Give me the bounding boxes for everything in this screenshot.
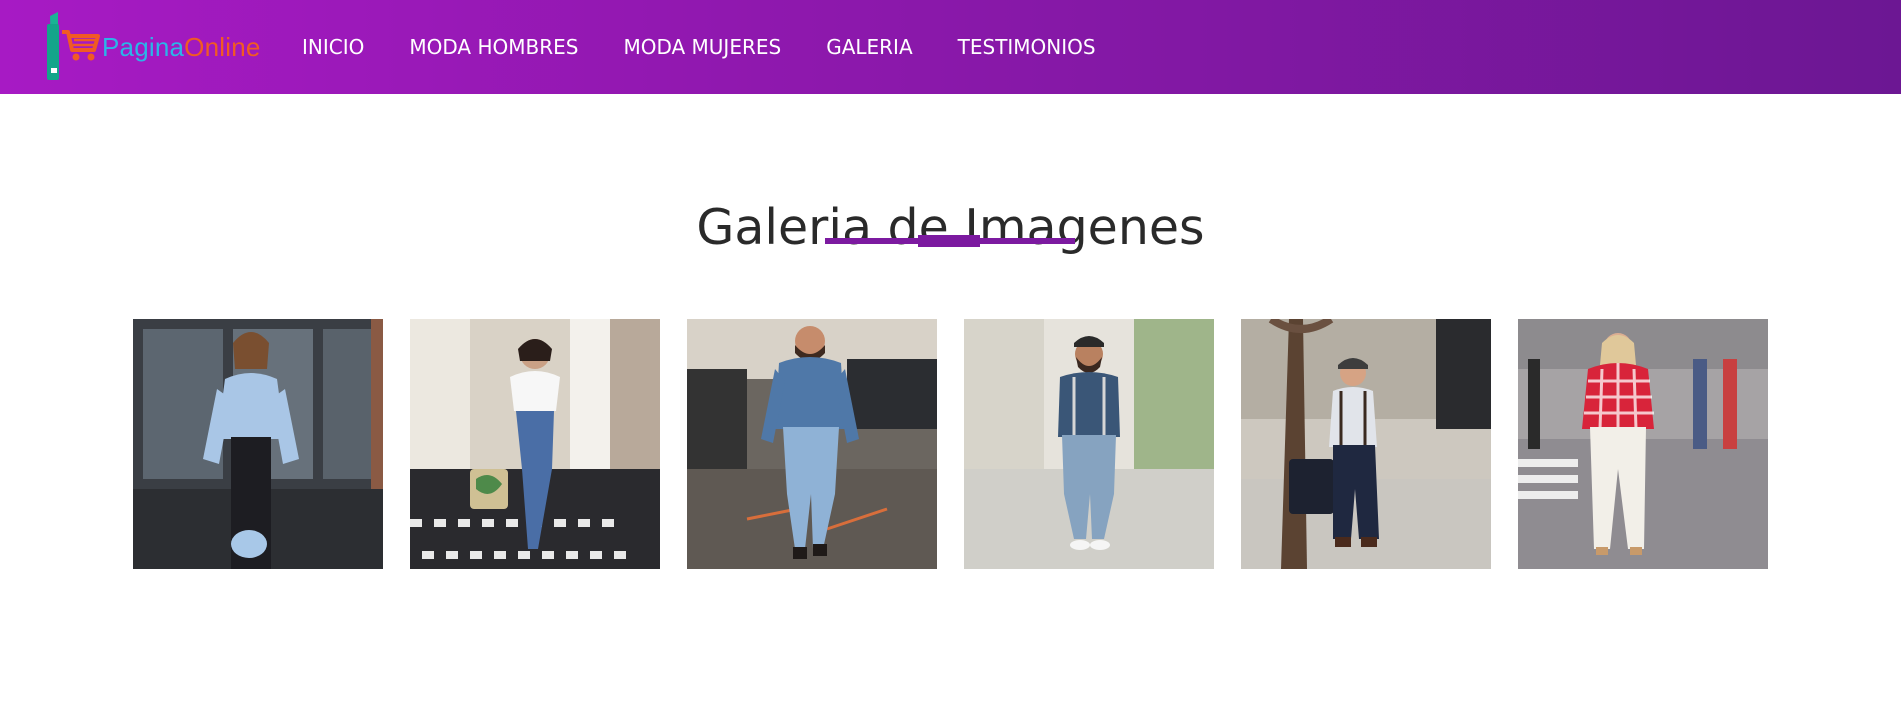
gallery-image-2[interactable] [410, 319, 660, 569]
logo-text: PaginaOnline [102, 32, 261, 63]
gallery-image-3[interactable] [687, 319, 937, 569]
logo-text-online: Online [184, 31, 261, 62]
logo-text-pagina: Pagina [102, 31, 185, 62]
gallery-image-1[interactable] [133, 319, 383, 569]
site-logo[interactable]: PaginaOnline [44, 10, 261, 84]
gallery-image-6[interactable] [1518, 319, 1768, 569]
image-gallery [133, 319, 1795, 569]
nav-testimonios[interactable]: TESTIMONIOS [958, 35, 1096, 59]
gallery-image-4[interactable] [964, 319, 1214, 569]
shopping-cart-phone-icon [47, 12, 100, 80]
main-nav: INICIO MODA HOMBRES MODA MUJERES GALERIA… [302, 0, 1141, 94]
page-title: Galeria de Imagenes [696, 198, 1205, 256]
top-navbar: PaginaOnline INICIO MODA HOMBRES MODA MU… [0, 0, 1901, 94]
gallery-image-5[interactable] [1241, 319, 1491, 569]
nav-inicio[interactable]: INICIO [302, 35, 364, 59]
title-underline-accent [918, 235, 980, 247]
nav-moda-hombres[interactable]: MODA HOMBRES [409, 35, 578, 59]
nav-moda-mujeres[interactable]: MODA MUJERES [623, 35, 781, 59]
nav-galeria[interactable]: GALERIA [826, 35, 912, 59]
